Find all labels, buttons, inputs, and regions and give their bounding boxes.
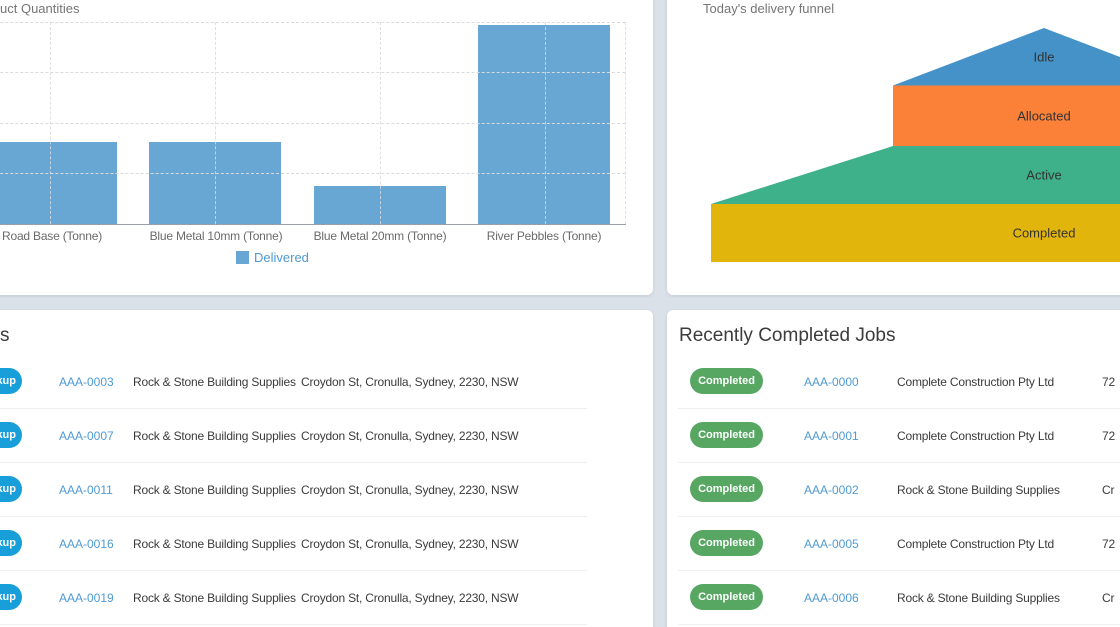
- x-axis-line: [0, 224, 626, 225]
- gridline-h: [0, 173, 625, 174]
- funnel-label-completed: Completed: [1013, 226, 1076, 241]
- job-ref-link[interactable]: AAA-0007: [59, 409, 114, 462]
- job-ref-link[interactable]: AAA-0019: [59, 571, 114, 624]
- completed-jobs-table: Completed AAA-0000 Complete Construction…: [678, 355, 1120, 625]
- bar-road-base: [0, 142, 117, 224]
- job-address: Croydon St, Cronulla, Sydney, 2230, NSW: [301, 517, 518, 570]
- job-ref-link[interactable]: AAA-0000: [804, 355, 859, 408]
- legend-delivered[interactable]: Delivered: [236, 250, 309, 265]
- table-row: Completed AAA-0001 Complete Construction…: [678, 409, 1120, 463]
- customer-name: Rock & Stone Building Supplies: [133, 463, 296, 516]
- pickups-card: s kup AAA-0003 Rock & Stone Building Sup…: [0, 310, 653, 627]
- customer-name: Complete Construction Pty Ltd: [897, 517, 1054, 570]
- gridline-v: [50, 22, 51, 224]
- table-row: kup AAA-0019 Rock & Stone Building Suppl…: [0, 571, 587, 625]
- table-row: kup AAA-0011 Rock & Stone Building Suppl…: [0, 463, 587, 517]
- delivery-funnel-card: Today's delivery funnel Idle Allocated A…: [667, 0, 1120, 295]
- table-row: Completed AAA-0006 Rock & Stone Building…: [678, 571, 1120, 625]
- job-address: Croydon St, Cronulla, Sydney, 2230, NSW: [301, 355, 518, 408]
- job-address-fragment: 72: [1102, 355, 1115, 408]
- legend-label: Delivered: [254, 250, 309, 265]
- gridline-v: [380, 22, 381, 224]
- gridline-h: [0, 123, 625, 124]
- pickups-card-title-fragment: s: [0, 325, 10, 347]
- x-tick-blue-metal-20mm: Blue Metal 20mm (Tonne): [295, 229, 465, 243]
- dashboard-page: uct Quantities Road Base (Tonne) Blue Me…: [0, 0, 1120, 627]
- gridline-v: [625, 22, 626, 224]
- pickup-status-badge: kup: [0, 476, 22, 502]
- job-address-fragment: 72: [1102, 409, 1115, 462]
- pickup-status-badge: kup: [0, 368, 22, 394]
- recently-completed-jobs-title: Recently Completed Jobs: [679, 325, 896, 347]
- job-ref-link[interactable]: AAA-0002: [804, 463, 859, 516]
- customer-name: Rock & Stone Building Supplies: [133, 517, 296, 570]
- job-address-fragment: Cr: [1102, 571, 1114, 624]
- completed-status-badge: Completed: [690, 422, 763, 448]
- table-row: kup AAA-0007 Rock & Stone Building Suppl…: [0, 409, 587, 463]
- pickup-status-badge: kup: [0, 530, 22, 556]
- customer-name: Rock & Stone Building Supplies: [133, 409, 296, 462]
- job-ref-link[interactable]: AAA-0006: [804, 571, 859, 624]
- gridline-h: [0, 22, 625, 23]
- customer-name: Complete Construction Pty Ltd: [897, 355, 1054, 408]
- x-tick-road-base: Road Base (Tonne): [0, 229, 137, 243]
- job-ref-link[interactable]: AAA-0003: [59, 355, 114, 408]
- job-ref-link[interactable]: AAA-0016: [59, 517, 114, 570]
- bar-river-pebbles: [478, 25, 610, 224]
- job-address: Croydon St, Cronulla, Sydney, 2230, NSW: [301, 571, 518, 624]
- table-row: Completed AAA-0002 Rock & Stone Building…: [678, 463, 1120, 517]
- funnel-label-allocated: Allocated: [1017, 109, 1070, 124]
- funnel-label-active: Active: [1026, 168, 1061, 183]
- pickup-status-badge: kup: [0, 422, 22, 448]
- job-ref-link[interactable]: AAA-0001: [804, 409, 859, 462]
- product-quantities-card: uct Quantities Road Base (Tonne) Blue Me…: [0, 0, 653, 295]
- job-address: Croydon St, Cronulla, Sydney, 2230, NSW: [301, 463, 518, 516]
- customer-name: Rock & Stone Building Supplies: [133, 571, 296, 624]
- completed-status-badge: Completed: [690, 476, 763, 502]
- completed-status-badge: Completed: [690, 530, 763, 556]
- funnel-segment-idle: [893, 28, 1120, 86]
- funnel-chart: Idle Allocated Active Completed: [667, 0, 1120, 295]
- x-axis-labels: Road Base (Tonne) Blue Metal 10mm (Tonne…: [0, 229, 625, 245]
- customer-name: Complete Construction Pty Ltd: [897, 409, 1054, 462]
- pickup-status-badge: kup: [0, 584, 22, 610]
- completed-status-badge: Completed: [690, 584, 763, 610]
- job-address-fragment: 72: [1102, 517, 1115, 570]
- table-row: kup AAA-0003 Rock & Stone Building Suppl…: [0, 355, 587, 409]
- table-row: Completed AAA-0000 Complete Construction…: [678, 355, 1120, 409]
- job-ref-link[interactable]: AAA-0005: [804, 517, 859, 570]
- funnel-label-idle: Idle: [1034, 50, 1055, 65]
- legend-swatch-icon: [236, 251, 249, 264]
- table-row: Completed AAA-0005 Complete Construction…: [678, 517, 1120, 571]
- job-address: Croydon St, Cronulla, Sydney, 2230, NSW: [301, 409, 518, 462]
- recently-completed-jobs-card: Recently Completed Jobs Completed AAA-00…: [667, 310, 1120, 627]
- completed-status-badge: Completed: [690, 368, 763, 394]
- gridline-v: [545, 22, 546, 224]
- customer-name: Rock & Stone Building Supplies: [133, 355, 296, 408]
- gridline-h: [0, 72, 625, 73]
- customer-name: Rock & Stone Building Supplies: [897, 463, 1060, 516]
- x-tick-blue-metal-10mm: Blue Metal 10mm (Tonne): [131, 229, 301, 243]
- customer-name: Rock & Stone Building Supplies: [897, 571, 1060, 624]
- job-address-fragment: Cr: [1102, 463, 1114, 516]
- table-row: kup AAA-0016 Rock & Stone Building Suppl…: [0, 517, 587, 571]
- funnel-segment-allocated: [893, 86, 1120, 147]
- job-ref-link[interactable]: AAA-0011: [59, 463, 113, 516]
- x-tick-river-pebbles: River Pebbles (Tonne): [459, 229, 629, 243]
- product-quantities-title: uct Quantities: [0, 1, 80, 16]
- gridline-v: [215, 22, 216, 224]
- pickups-table: kup AAA-0003 Rock & Stone Building Suppl…: [0, 355, 587, 625]
